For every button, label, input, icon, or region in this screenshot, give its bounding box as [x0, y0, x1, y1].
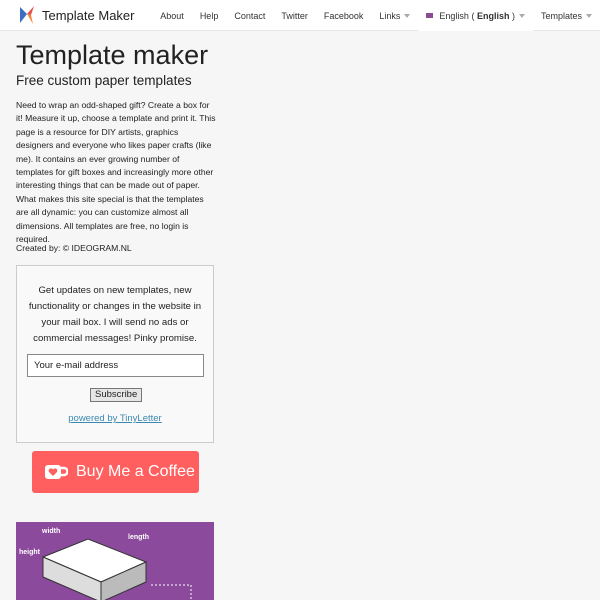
top-navbar: Template Maker About Help Contact Twitte… — [0, 0, 600, 31]
buy-me-a-coffee-button[interactable]: Buy Me a Coffee — [32, 451, 199, 493]
width-label: width — [42, 528, 61, 535]
chevron-down-icon — [586, 13, 592, 18]
nav-twitter[interactable]: Twitter — [273, 0, 316, 31]
nav-about[interactable]: About — [152, 0, 192, 31]
nav-help[interactable]: Help — [192, 0, 227, 31]
uk-flag-icon — [426, 13, 434, 18]
page-title: Template maker — [16, 40, 209, 70]
brand-link[interactable]: Template Maker — [42, 8, 134, 23]
chevron-down-icon — [404, 13, 411, 18]
chevron-down-icon — [518, 13, 525, 18]
coffee-cup-icon — [45, 465, 68, 479]
length-label: length — [128, 534, 149, 541]
intro-text: Need to wrap an odd-shaped gift? Create … — [16, 100, 216, 245]
email-input[interactable]: Your e-mail address — [27, 354, 204, 377]
box-template-promo-image[interactable]: width length height — [16, 522, 214, 600]
templates-dropdown[interactable]: Templates — [533, 0, 600, 31]
nav-links-dropdown[interactable]: Links — [371, 0, 418, 31]
created-by: Created by: © IDEOGRAM.NL — [16, 243, 132, 253]
newsletter-text: Get updates on new templates, new functi… — [28, 285, 202, 344]
logo-icon[interactable] — [18, 5, 36, 25]
nav-facebook[interactable]: Facebook — [316, 0, 372, 31]
nav-contact[interactable]: Contact — [226, 0, 273, 31]
language-native: English — [476, 10, 510, 21]
newsletter-box: Get updates on new templates, new functi… — [16, 265, 214, 443]
nav-links-label: Links — [379, 10, 401, 21]
height-label: height — [19, 549, 40, 556]
subscribe-button[interactable]: Subscribe — [90, 388, 143, 402]
page-subtitle: Free custom paper templates — [16, 73, 192, 88]
language-dropdown[interactable]: English ( English ) — [418, 0, 533, 31]
coffee-label: Buy Me a Coffee — [76, 463, 195, 480]
templates-label: Templates — [540, 10, 582, 21]
language-label: English — [439, 10, 469, 21]
tinyletter-link[interactable]: powered by TinyLetter — [17, 413, 213, 424]
